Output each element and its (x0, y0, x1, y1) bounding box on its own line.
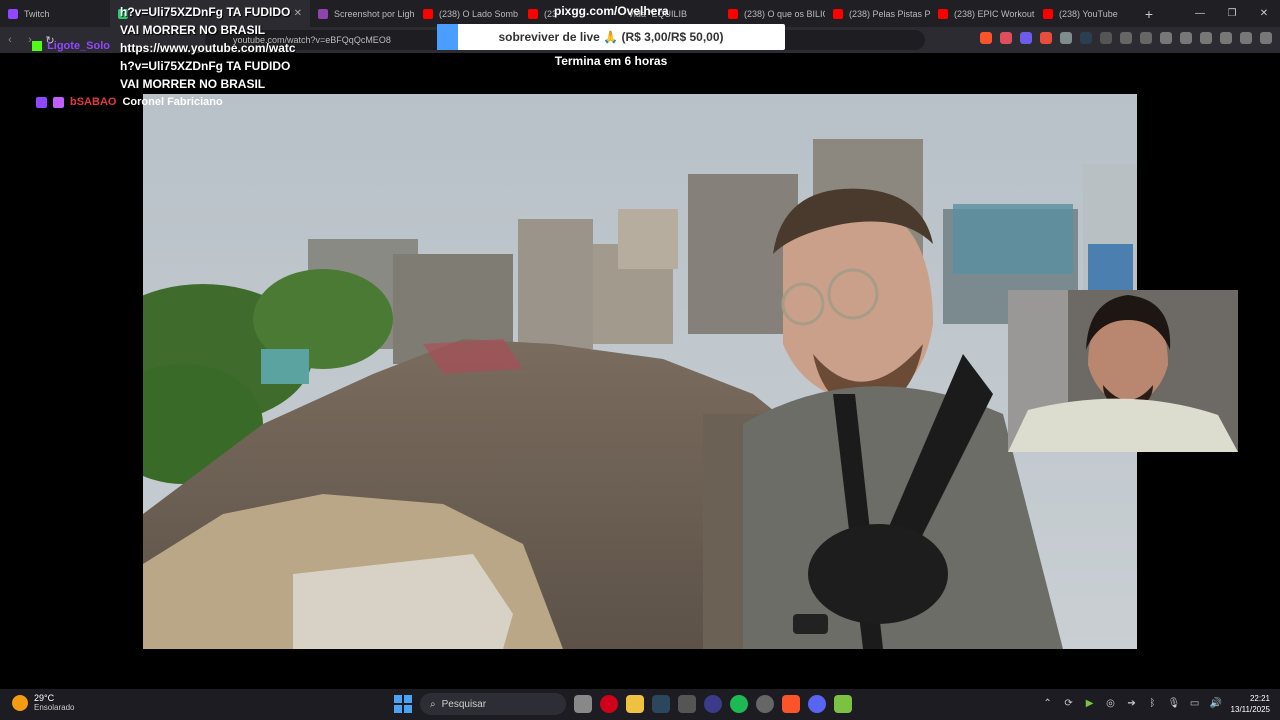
volume-icon[interactable]: 🔊 (1210, 698, 1222, 710)
window-controls: — ❐ ✕ (1184, 8, 1280, 19)
system-tray: ⌃ ⟳ ▶ ◎ ➔ ᛒ 🎙 ▭ 🔊 22:21 13/11/2025 (1042, 693, 1270, 715)
windows-taskbar: 29°C Ensolarado ⌕ Pesquisar ⌃ ⟳ ▶ ◎ ➔ ᛒ … (0, 689, 1280, 720)
video-frame-image (143, 94, 1137, 649)
brave-rewards-icon[interactable] (1000, 32, 1012, 44)
music-icon[interactable] (1160, 32, 1172, 44)
extension-icon[interactable] (1060, 32, 1072, 44)
youtube-icon (528, 8, 538, 19)
tab-youtube[interactable]: (238) O Lado Somb (415, 0, 520, 27)
youtube-icon (833, 8, 843, 19)
extensions-bar (980, 32, 1272, 44)
tab-label: (238) O Lado Somb (439, 8, 519, 19)
sun-icon (12, 694, 28, 711)
tab-label: Twitch (24, 8, 50, 19)
chat-message-row: bSABAO Coronel Fabriciano (36, 96, 223, 108)
tray-app-icon[interactable]: ◎ (1105, 698, 1117, 710)
taskbar-search[interactable]: ⌕ Pesquisar (420, 693, 566, 715)
extension-icon[interactable] (1040, 32, 1052, 44)
tab-label: (238) YouTube (1059, 8, 1118, 19)
app-icon[interactable] (834, 695, 852, 713)
twitch-icon (8, 8, 18, 19)
app-icon[interactable] (704, 695, 722, 713)
chat-line: h?v=Uli75XZDnFg TA FUDIDO (120, 5, 291, 19)
new-tab-button[interactable]: + (1135, 6, 1163, 22)
app-icon[interactable] (678, 695, 696, 713)
sync-icon[interactable]: ⟳ (1063, 698, 1075, 710)
subscriber-badge-icon (53, 96, 64, 108)
bluetooth-icon[interactable]: ᛒ (1147, 698, 1159, 710)
tab-youtube[interactable]: (238) O que os BILIO (720, 0, 825, 27)
chevron-up-icon[interactable]: ⌃ (1042, 698, 1054, 710)
youtube-icon (423, 8, 433, 19)
brave-shield-icon[interactable] (980, 32, 992, 44)
tab-screenshot[interactable]: Screenshot por Ligh (310, 0, 415, 27)
streamer-webcam (1008, 290, 1238, 452)
youtube-icon (938, 8, 948, 19)
tab-label: (238) Pelas Pistas P (849, 8, 930, 19)
chat-line: VAI MORRER NO BRASIL (120, 77, 266, 91)
lightshot-icon (318, 8, 328, 19)
leo-ai-icon[interactable] (1220, 32, 1232, 44)
end-timer-text: Termina em 6 horas (554, 54, 668, 68)
time-text: 22:21 (1249, 694, 1270, 703)
weather-widget[interactable]: 29°C Ensolarado (12, 693, 74, 712)
weather-text: Ensolarado (34, 703, 75, 712)
back-icon[interactable]: ‹ (0, 34, 20, 46)
extensions-puzzle-icon[interactable] (1120, 32, 1132, 44)
windows-start-icon[interactable] (394, 695, 412, 713)
discord-icon[interactable] (808, 695, 826, 713)
vpn-icon[interactable] (1240, 32, 1252, 44)
play-icon[interactable]: ▶ (1084, 698, 1096, 710)
tab-youtube[interactable]: (238) Pelas Pistas P (825, 0, 930, 27)
tab-youtube[interactable]: (238) YouTube (1035, 0, 1135, 27)
menu-icon[interactable] (1260, 32, 1272, 44)
tab-label: (238) O que os BILIO (744, 8, 825, 19)
tab-twitch[interactable]: Twitch (0, 0, 110, 27)
chat-message-text: Coronel Fabriciano (122, 96, 223, 108)
goal-text: sobreviver de live 🙏 (R$ 3,00/R$ 50,00) (498, 30, 724, 44)
taskbar-apps: ⌕ Pesquisar (394, 693, 852, 715)
chat-username-text: Ligote_Solo (47, 40, 111, 52)
tab-label: (238) EPIC Workout (954, 8, 1035, 19)
brave-icon[interactable] (782, 695, 800, 713)
wallet-icon[interactable] (1200, 32, 1212, 44)
twitch-badge-icon (36, 96, 47, 108)
search-placeholder: Pesquisar (441, 698, 487, 710)
extension-icon[interactable] (1100, 32, 1112, 44)
opera-icon[interactable] (600, 695, 618, 713)
steam-icon[interactable] (652, 695, 670, 713)
video-player[interactable] (143, 94, 1137, 649)
date-text: 13/11/2025 (1230, 705, 1270, 714)
donation-link-text: pixgg.com/Ovelhera (554, 4, 669, 18)
screenshot-icon[interactable] (1140, 32, 1152, 44)
sidebar-icon[interactable] (1180, 32, 1192, 44)
temperature-text: 29°C (34, 693, 55, 703)
minimize-icon[interactable]: — (1184, 8, 1216, 19)
webcam-image (1008, 290, 1238, 452)
extension-icon[interactable] (1080, 32, 1092, 44)
maximize-icon[interactable]: ❐ (1216, 8, 1248, 19)
microphone-icon[interactable]: 🎙 (1168, 698, 1181, 710)
kick-icon (32, 41, 42, 52)
youtube-icon (1043, 8, 1053, 19)
youtube-icon (728, 8, 738, 19)
network-icon[interactable]: ▭ (1189, 698, 1201, 710)
chat-line: VAI MORRER NO BRASIL (120, 23, 266, 37)
tab-youtube[interactable]: (238) EPIC Workout (930, 0, 1035, 27)
app-icon[interactable] (756, 695, 774, 713)
extension-icon[interactable] (1020, 32, 1032, 44)
tab-label: Screenshot por Ligh (334, 8, 415, 19)
search-icon: ⌕ (430, 698, 436, 710)
chat-username: Ligote_Solo (32, 40, 110, 52)
clock[interactable]: 22:21 13/11/2025 (1231, 693, 1270, 715)
donation-goal-bar: sobreviver de live 🙏 (R$ 3,00/R$ 50,00) (437, 24, 785, 50)
arrow-icon[interactable]: ➔ (1126, 698, 1138, 710)
close-icon[interactable]: ✕ (1248, 8, 1280, 19)
chat-username-text: bSABAO (70, 96, 117, 108)
task-view-icon[interactable] (574, 695, 592, 713)
file-explorer-icon[interactable] (626, 695, 644, 713)
spotify-icon[interactable] (730, 695, 748, 713)
stream-end-timer: Termina em 6 horas (0, 54, 1280, 68)
chat-overlay-text: h?v=Uli75XZDnFg TA FUDIDO VAI MORRER NO … (120, 3, 296, 93)
